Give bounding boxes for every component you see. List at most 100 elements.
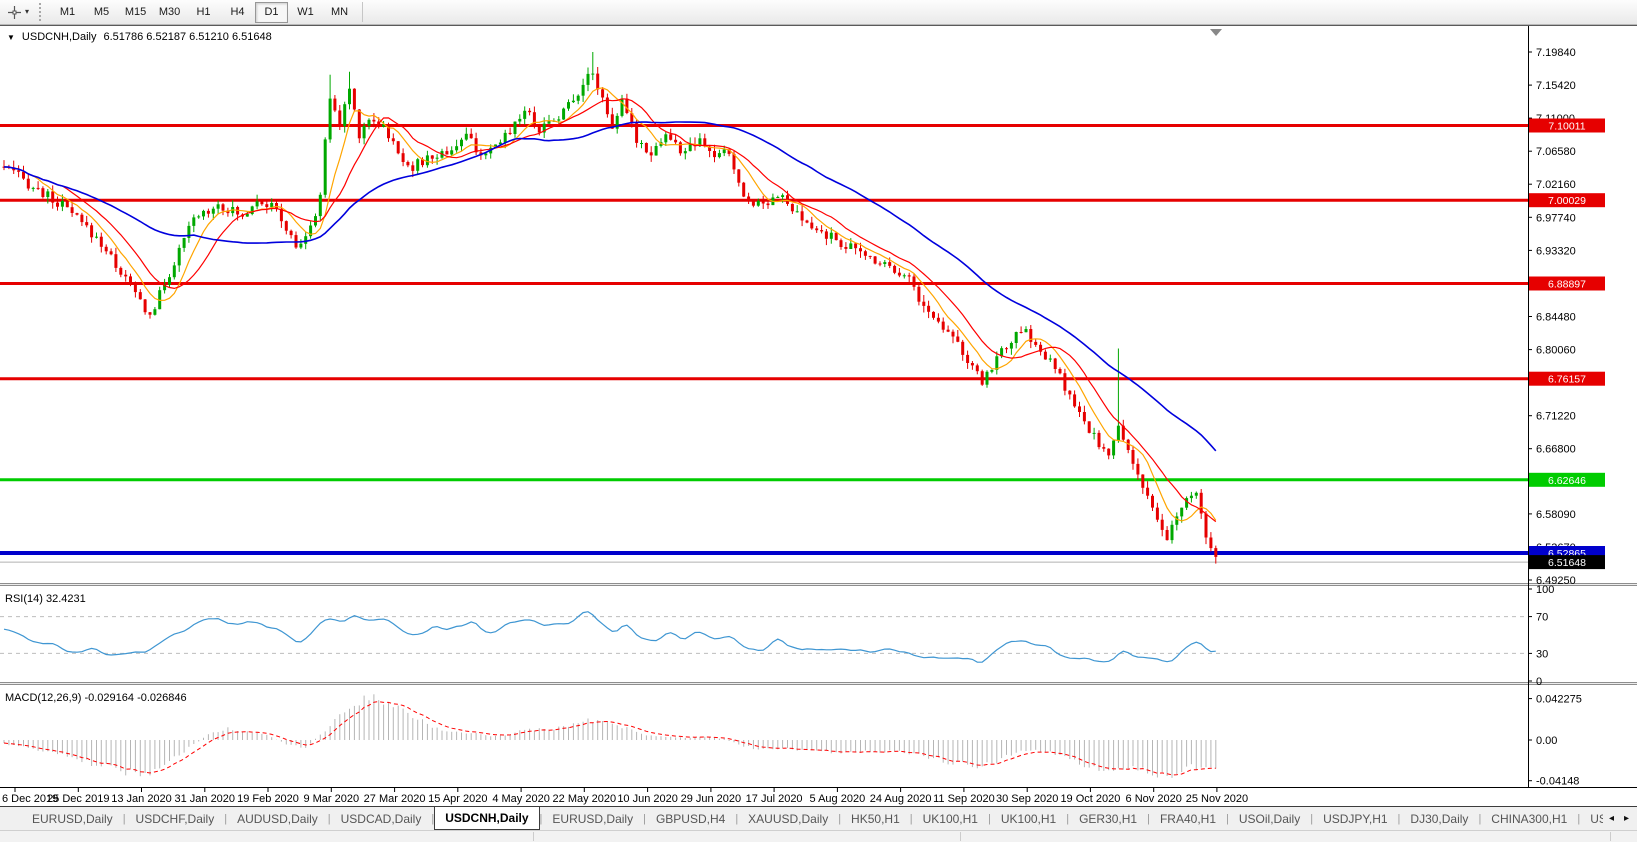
rsi-tick-label: 70: [1536, 612, 1548, 624]
tab-uk100-h1[interactable]: UK100,H1: [991, 807, 1066, 830]
timeframe-m5[interactable]: M5: [85, 2, 118, 23]
date-tick-label: 13 Jan 2020: [111, 793, 172, 805]
date-tick-label: 9 Mar 2020: [303, 793, 359, 805]
tab-eurusd-daily[interactable]: EURUSD,Daily: [542, 807, 643, 830]
price-tick-label: 6.80060: [1536, 345, 1576, 357]
chart-canvas[interactable]: 7.198407.154207.110007.065807.021606.977…: [0, 26, 1637, 807]
price-tick-label: 7.15420: [1536, 80, 1576, 92]
candles-layer: [3, 52, 1218, 564]
macd-panel: 0.042275 0.00 -0.04148 MACD(12,26,9) -0.029…: [4, 692, 1582, 788]
chart-title-symbol: USDCNH,Daily: [22, 31, 97, 43]
dropdown-caret-icon[interactable]: ▾: [25, 8, 29, 16]
price-tick-label: 7.06580: [1536, 146, 1576, 158]
ma-line-7[interactable]: [4, 88, 1216, 521]
status-bar-separator: [960, 832, 961, 841]
date-tick-label: 19 Oct 2020: [1060, 793, 1120, 805]
macd-tick-label: -0.04148: [1536, 776, 1579, 788]
ma-line-40[interactable]: [4, 122, 1216, 451]
cursor-tool-button[interactable]: ▾: [3, 3, 33, 22]
date-tick-label: 25 Nov 2020: [1186, 793, 1248, 805]
crosshair-icon: [7, 5, 22, 20]
date-tick-label: 30 Sep 2020: [996, 793, 1058, 805]
chart-tab-bar: EURUSD,Daily|USDCHF,Daily|AUDUSD,Daily|U…: [0, 806, 1637, 830]
tab-scroll-right-icon[interactable]: ▸: [1624, 813, 1629, 824]
rsi-label: RSI(14) 32.4231: [5, 593, 86, 605]
moving-averages-layer: [4, 88, 1216, 522]
tab-fra40-h1[interactable]: FRA40,H1: [1150, 807, 1226, 830]
timeframe-h1[interactable]: H1: [187, 2, 220, 23]
price-tick-label: 6.97740: [1536, 212, 1576, 224]
tab-xauusd-daily[interactable]: XAUUSD,Daily: [738, 807, 838, 830]
collapse-caret-icon[interactable]: ▼: [7, 33, 15, 42]
tab-audusd-daily[interactable]: AUDUSD,Daily: [227, 807, 328, 830]
price-line-badge-label: 7.10011: [1548, 121, 1585, 133]
rsi-line[interactable]: [4, 612, 1216, 663]
horizontal-level-lines: [0, 126, 1528, 563]
macd-tick-label: 0.042275: [1536, 694, 1582, 706]
chart-shift-marker-icon[interactable]: [1210, 29, 1222, 36]
chart-title: ▼ USDCNH,Daily 6.51786 6.52187 6.51210 6…: [7, 31, 272, 43]
tab-usoil-daily[interactable]: USOil,Daily: [1229, 807, 1310, 830]
date-tick-label: 22 May 2020: [553, 793, 617, 805]
timeframe-h4[interactable]: H4: [221, 2, 254, 23]
price-line-badge-label: 6.88897: [1548, 279, 1586, 291]
date-axis: 6 Dec 201925 Dec 201913 Jan 202031 Jan 2…: [2, 788, 1248, 805]
timeframe-m30[interactable]: M30: [153, 2, 186, 23]
price-tick-label: 6.71220: [1536, 411, 1576, 423]
tab-hk50-h1[interactable]: HK50,H1: [841, 807, 910, 830]
tab-uk100-h1[interactable]: UK100,H1: [913, 807, 988, 830]
tab-china300-h1[interactable]: CHINA300,H1: [1481, 807, 1577, 830]
tab-gbpusd-h4[interactable]: GBPUSD,H4: [646, 807, 735, 830]
date-tick-label: 10 Jun 2020: [617, 793, 678, 805]
price-line-badge-label: 6.51648: [1548, 557, 1586, 569]
tab-scroll-left-icon[interactable]: ◂: [1609, 813, 1614, 824]
status-bar-separator: [533, 832, 534, 841]
tab-usdcad-daily[interactable]: USDCAD,Daily: [331, 807, 432, 830]
price-tick-label: 6.93320: [1536, 245, 1576, 257]
date-tick-label: 5 Aug 2020: [810, 793, 866, 805]
date-tick-label: 31 Jan 2020: [174, 793, 235, 805]
date-tick-label: 24 Aug 2020: [870, 793, 932, 805]
tab-usdjpy-h1[interactable]: USDJPY,H1: [1313, 807, 1397, 830]
tab-dj30-daily[interactable]: DJ30,Daily: [1400, 807, 1478, 830]
macd-label: MACD(12,26,9) -0.029164 -0.026846: [5, 692, 187, 704]
date-tick-label: 17 Jul 2020: [746, 793, 803, 805]
macd-signal-line[interactable]: [4, 702, 1216, 775]
rsi-tick-label: 0: [1536, 676, 1542, 688]
date-tick-label: 15 Apr 2020: [428, 793, 487, 805]
toolbar-separator: [362, 2, 363, 22]
status-bar: [0, 830, 1637, 842]
price-tick-label: 6.58090: [1536, 509, 1576, 521]
tab-usdchf-daily[interactable]: USDCHF,Daily: [126, 807, 225, 830]
toolbar-grip[interactable]: [39, 3, 43, 21]
chart-window: ▼ USDCNH,Daily 6.51786 6.52187 6.51210 6…: [0, 25, 1637, 806]
timeframe-d1[interactable]: D1: [255, 2, 288, 23]
rsi-tick-label: 30: [1536, 648, 1548, 660]
macd-tick-label: 0.00: [1536, 735, 1557, 747]
rsi-panel: 100 70 30 0 RSI(14) 32.4231: [0, 584, 1554, 688]
rsi-tick-label: 100: [1536, 584, 1554, 596]
date-tick-label: 11 Sep 2020: [933, 793, 995, 805]
price-tick-label: 6.84480: [1536, 312, 1576, 324]
toolbar: ▾ M1M5M15M30H1H4D1W1MN: [0, 0, 1637, 25]
price-line-badge-label: 7.00029: [1548, 195, 1586, 207]
chart-tabs: EURUSD,Daily|USDCHF,Daily|AUDUSD,Daily|U…: [22, 807, 1637, 830]
ma-line-13[interactable]: [4, 99, 1216, 522]
date-tick-label: 4 May 2020: [492, 793, 549, 805]
tab-eurusd-daily[interactable]: EURUSD,Daily: [22, 807, 123, 830]
tab-ger30-h1[interactable]: GER30,H1: [1069, 807, 1147, 830]
date-tick-label: 27 Mar 2020: [364, 793, 426, 805]
timeframe-m15[interactable]: M15: [119, 2, 152, 23]
price-tick-label: 7.02160: [1536, 179, 1576, 191]
timeframe-mn[interactable]: MN: [323, 2, 356, 23]
date-tick-label: 29 Jun 2020: [681, 793, 742, 805]
tab-usdcnh-daily[interactable]: USDCNH,Daily: [434, 806, 539, 830]
status-bar-separator: [1610, 832, 1611, 841]
tab-scroll-buttons: ◂ ▸: [1603, 807, 1637, 830]
price-tick-label: 7.19840: [1536, 47, 1576, 59]
timeframe-m1[interactable]: M1: [51, 2, 84, 23]
timeframe-w1[interactable]: W1: [289, 2, 322, 23]
price-tick-label: 6.66800: [1536, 444, 1576, 456]
price-axis: 7.198407.154207.110007.065807.021606.977…: [1528, 47, 1605, 587]
price-line-badge-label: 6.62646: [1548, 475, 1586, 487]
